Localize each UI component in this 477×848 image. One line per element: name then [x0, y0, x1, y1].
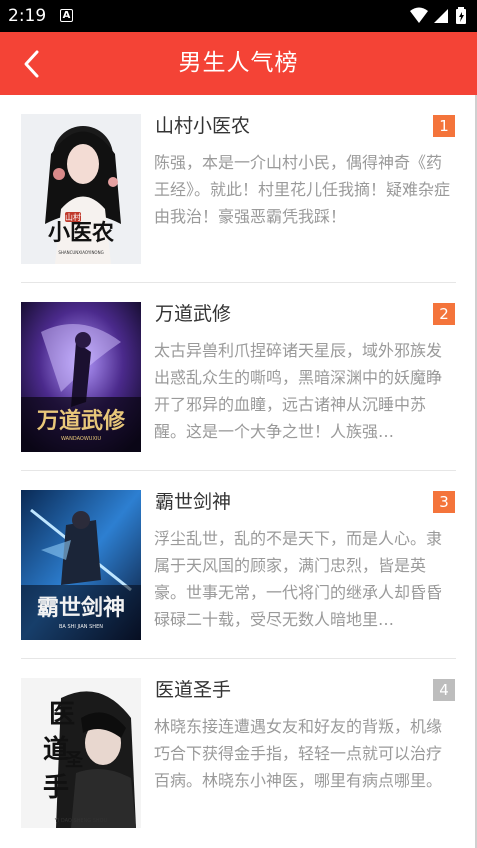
cover-caption-text: BA SHI JIAN SHEN	[59, 624, 103, 630]
cell-signal-icon	[434, 9, 448, 23]
book-cover-image: 霸世剑神 BA SHI JIAN SHEN	[21, 490, 141, 640]
book-title: 医道圣手	[155, 679, 232, 701]
list-item[interactable]: 霸世剑神 BA SHI JIAN SHEN 霸世剑神 3 浮尘乱世，乱的不是天下…	[0, 471, 477, 659]
cover-title-char-1: 医	[49, 700, 75, 730]
status-bar: 2:19 A	[0, 0, 477, 32]
battery-charging-icon	[456, 7, 466, 24]
book-list[interactable]: 山村 小医农 SHANCUNXIAOYINONG 山村小医农 1 陈强，本是一介…	[0, 95, 477, 848]
book-description: 林晓东接连遭遇女友和好友的背叛，机缘巧合下获得金手指，轻轻一点就可以治疗百病。林…	[154, 717, 443, 790]
book-description: 浮尘乱世，乱的不是天下，而是人心。隶属于天风国的顾家，满门忠烈，皆是英豪。世事无…	[154, 529, 443, 629]
app-bar: 男生人气榜	[0, 32, 477, 95]
list-item[interactable]: 医 道 圣 手 YI DAO SHENG SHOU 医道圣手 4 林晓东接连遭遇…	[0, 659, 477, 847]
page-title: 男生人气榜	[178, 50, 299, 76]
cover-title-text: 万道武修	[36, 408, 126, 434]
wifi-icon	[410, 7, 428, 23]
cover-caption-text: WANDAOWUXIU	[61, 436, 101, 442]
rank-badge: 2	[433, 303, 455, 325]
book-cover-image: 万道武修 WANDAOWUXIU	[21, 302, 141, 452]
rank-badge: 3	[433, 491, 455, 513]
cover-title-char-3: 圣	[64, 750, 84, 771]
book-cover-image: 医 道 圣 手 YI DAO SHENG SHOU	[21, 678, 141, 828]
cover-caption-text: SHANCUNXIAOYINONG	[58, 250, 103, 255]
list-item[interactable]: 万道武修 WANDAOWUXIU 万道武修 2 太古异兽利爪捏碎诸天星辰，域外邪…	[0, 283, 477, 471]
book-cover-image: 山村 小医农 SHANCUNXIAOYINONG	[21, 114, 141, 264]
cover-caption-text: YI DAO SHENG SHOU	[54, 818, 108, 824]
status-icons	[409, 6, 469, 26]
rank-badge: 4	[433, 679, 455, 701]
book-description: 陈强，本是一介山村小民，偶得神奇《药王经》。就此！村里花儿任我摘！疑难杂症由我治…	[154, 153, 450, 226]
book-title: 山村小医农	[155, 115, 251, 137]
cover-title-text: 小医农	[48, 220, 114, 246]
cover-title-text: 霸世剑神	[37, 595, 125, 621]
list-item[interactable]: 山村 小医农 SHANCUNXIAOYINONG 山村小医农 1 陈强，本是一介…	[0, 95, 477, 283]
book-title: 霸世剑神	[155, 491, 232, 513]
book-title: 万道武修	[155, 303, 232, 325]
cover-title-char-4: 手	[43, 773, 69, 803]
a-notification-icon: A	[60, 9, 73, 22]
rank-badge: 1	[433, 115, 455, 137]
status-time: 2:19	[8, 6, 47, 26]
book-description: 太古异兽利爪捏碎诸天星辰，域外邪族发出惑乱众生的嘶鸣，黑暗深渊中的妖魔睁开了邪异…	[154, 341, 443, 441]
